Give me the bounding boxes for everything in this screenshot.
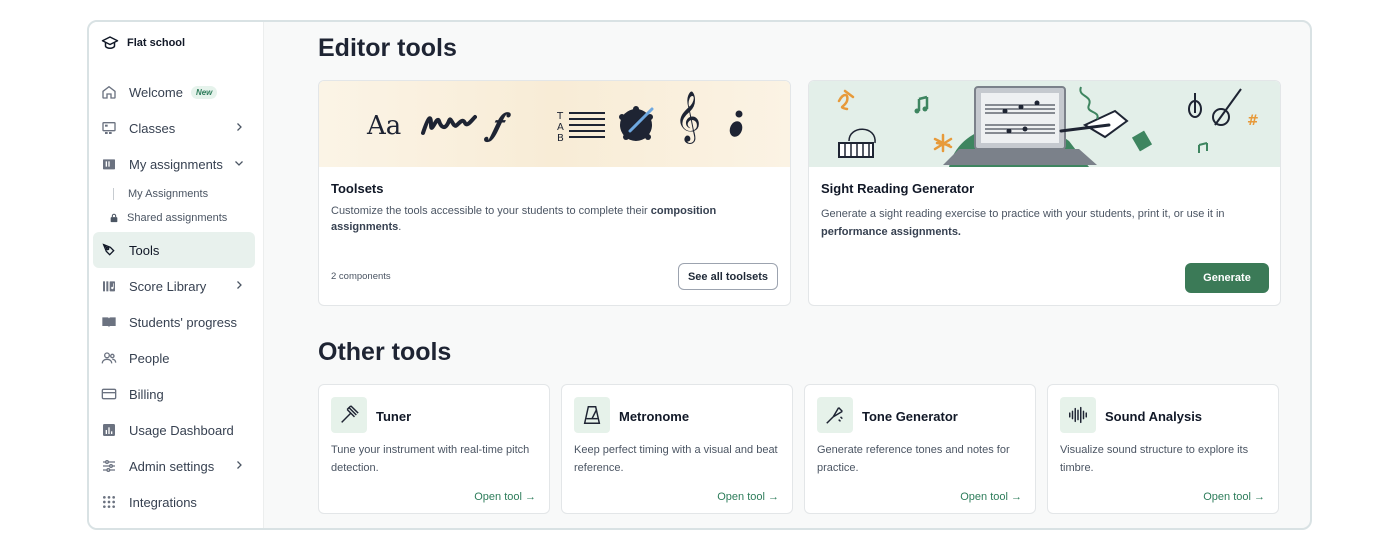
- desc-bold: performance assignments.: [821, 226, 961, 238]
- sidebar-item-classes[interactable]: Classes: [93, 110, 255, 146]
- sidebar-item-label: Welcome: [129, 84, 183, 100]
- editor-tools-heading: Editor tools: [318, 34, 457, 62]
- desc-suffix: .: [398, 221, 402, 233]
- text-tool-glyph: Aa: [367, 111, 402, 141]
- tuning-fork-icon: [817, 397, 853, 433]
- sidebar-item-label: People: [129, 350, 170, 366]
- other-tools-heading: Other tools: [318, 338, 452, 366]
- sidebar-item-label: Billing: [129, 386, 164, 402]
- desc-text: Customize the tools accessible to your s…: [331, 205, 651, 217]
- see-all-toolsets-button[interactable]: See all toolsets: [678, 263, 778, 290]
- forte-icon: 𝆑: [491, 105, 502, 143]
- open-tool-link[interactable]: Open tool →: [960, 491, 1022, 503]
- sidebar-item-label: Classes: [129, 120, 176, 136]
- classes-icon: [101, 120, 117, 136]
- sidebar-item-score-library[interactable]: Score Library: [93, 268, 255, 304]
- chevron-right-icon: [237, 461, 242, 469]
- home-icon: [101, 84, 117, 100]
- sidebar-item-label: My assignments: [129, 156, 223, 172]
- graduation-cap-icon: [101, 36, 119, 49]
- sidebar-item-usage-dashboard[interactable]: Usage Dashboard: [93, 412, 255, 448]
- library-icon: [101, 278, 117, 294]
- tool-description: Keep perfect timing with a visual and be…: [574, 444, 778, 474]
- tree-line: [113, 188, 114, 200]
- open-tool-link[interactable]: Open tool →: [717, 491, 779, 503]
- sidebar-item-tools[interactable]: Tools: [93, 232, 255, 268]
- tool-description: Generate reference tones and notes for p…: [817, 444, 1010, 474]
- sidebar-item-integrations[interactable]: Integrations: [93, 484, 255, 520]
- sliders-icon: [101, 458, 117, 474]
- svg-text:T: T: [557, 111, 564, 122]
- sidebar-item-label: Score Library: [129, 278, 207, 294]
- people-icon: [101, 350, 117, 366]
- svg-text:#: #: [1247, 113, 1259, 129]
- tool-name: Tone Generator: [862, 409, 958, 424]
- chevron-right-icon: [237, 123, 242, 131]
- tool-name: Sound Analysis: [1105, 409, 1203, 424]
- sidebar-item-billing[interactable]: Billing: [93, 376, 255, 412]
- sidebar-item-students-progress[interactable]: Students' progress: [93, 304, 255, 340]
- chevron-right-icon: [237, 281, 242, 289]
- chevron-down-icon: [235, 161, 243, 166]
- metronome-card[interactable]: Metronome Keep perfect timing with a vis…: [561, 384, 793, 514]
- app-window: Flat school Welcome New Classes My assig…: [87, 20, 1312, 530]
- tab-icon: TAB: [557, 111, 605, 143]
- metronome-icon: [574, 397, 610, 433]
- lock-icon: [110, 213, 118, 223]
- credit-card-icon: [101, 386, 117, 402]
- sidebar-item-label: Usage Dashboard: [129, 422, 234, 438]
- sight-reading-card: # Sight Reading Generator Generate a sig…: [808, 80, 1281, 306]
- book-icon: [101, 314, 117, 330]
- components-count: 2 components: [331, 271, 391, 282]
- dynamics-icon: [421, 115, 477, 135]
- sight-reading-illustration: #: [837, 86, 1259, 167]
- main-content: Editor tools Aa 𝆑 TAB 𝄞 Toolsets Customi…: [264, 22, 1310, 528]
- staccato-icon: [729, 110, 743, 137]
- open-tool-link[interactable]: Open tool →: [474, 491, 536, 503]
- brand-name: Flat school: [127, 37, 186, 49]
- sidebar-item-admin-settings[interactable]: Admin settings: [93, 448, 255, 484]
- sub-item-label: My Assignments: [128, 188, 209, 200]
- sidebar-item-my-assignments[interactable]: My assignments: [93, 146, 255, 182]
- tool-description: Visualize sound structure to explore its…: [1060, 444, 1249, 474]
- generate-button[interactable]: Generate: [1185, 263, 1269, 293]
- sight-reading-title: Sight Reading Generator: [821, 181, 975, 196]
- waveform-icon: [1060, 397, 1096, 433]
- toolsets-description: Customize the tools accessible to your s…: [331, 203, 771, 235]
- sidebar-item-label: Integrations: [129, 494, 197, 510]
- pen-tool-icon: [101, 242, 117, 258]
- sub-item-label: Shared assignments: [127, 212, 228, 224]
- open-tool-link[interactable]: Open tool →: [1203, 491, 1265, 503]
- new-badge: New: [190, 85, 218, 99]
- sidebar-item-label: Students' progress: [129, 314, 237, 330]
- svg-text:B: B: [557, 133, 564, 143]
- sight-reading-description: Generate a sight reading exercise to pra…: [821, 205, 1266, 241]
- toolsets-title: Toolsets: [331, 181, 384, 196]
- sub-item-my-assignments[interactable]: My Assignments: [113, 188, 208, 200]
- sidebar: Flat school Welcome New Classes My assig…: [89, 22, 264, 528]
- tool-name: Tuner: [376, 409, 412, 424]
- toolsets-banner: Aa 𝆑 TAB 𝄞: [319, 81, 790, 167]
- sight-reading-banner: #: [809, 81, 1280, 167]
- brand[interactable]: Flat school: [101, 34, 185, 52]
- tool-name: Metronome: [619, 409, 690, 424]
- tool-description: Tune your instrument with real-time pitc…: [331, 444, 530, 474]
- sound-analysis-card[interactable]: Sound Analysis Visualize sound structure…: [1047, 384, 1279, 514]
- tuner-icon: [331, 397, 367, 433]
- eraser-icon: [619, 106, 654, 141]
- sidebar-item-people[interactable]: People: [93, 340, 255, 376]
- grid-icon: [101, 494, 117, 510]
- sub-item-shared-assignments[interactable]: Shared assignments: [109, 212, 227, 224]
- tone-generator-card[interactable]: Tone Generator Generate reference tones …: [804, 384, 1036, 514]
- treble-clef-icon: 𝄞: [675, 91, 702, 142]
- sidebar-item-label: Tools: [129, 242, 160, 258]
- desc-text: Generate a sight reading exercise to pra…: [821, 208, 1225, 220]
- bar-chart-icon: [101, 422, 117, 438]
- toolsets-card: Aa 𝆑 TAB 𝄞 Toolsets Customize the tools …: [318, 80, 791, 306]
- sidebar-item-label: Admin settings: [129, 458, 215, 474]
- svg-text:A: A: [557, 122, 564, 133]
- tuner-card[interactable]: Tuner Tune your instrument with real-tim…: [318, 384, 550, 514]
- sidebar-item-welcome[interactable]: Welcome New: [93, 74, 255, 110]
- assignments-icon: [101, 156, 117, 172]
